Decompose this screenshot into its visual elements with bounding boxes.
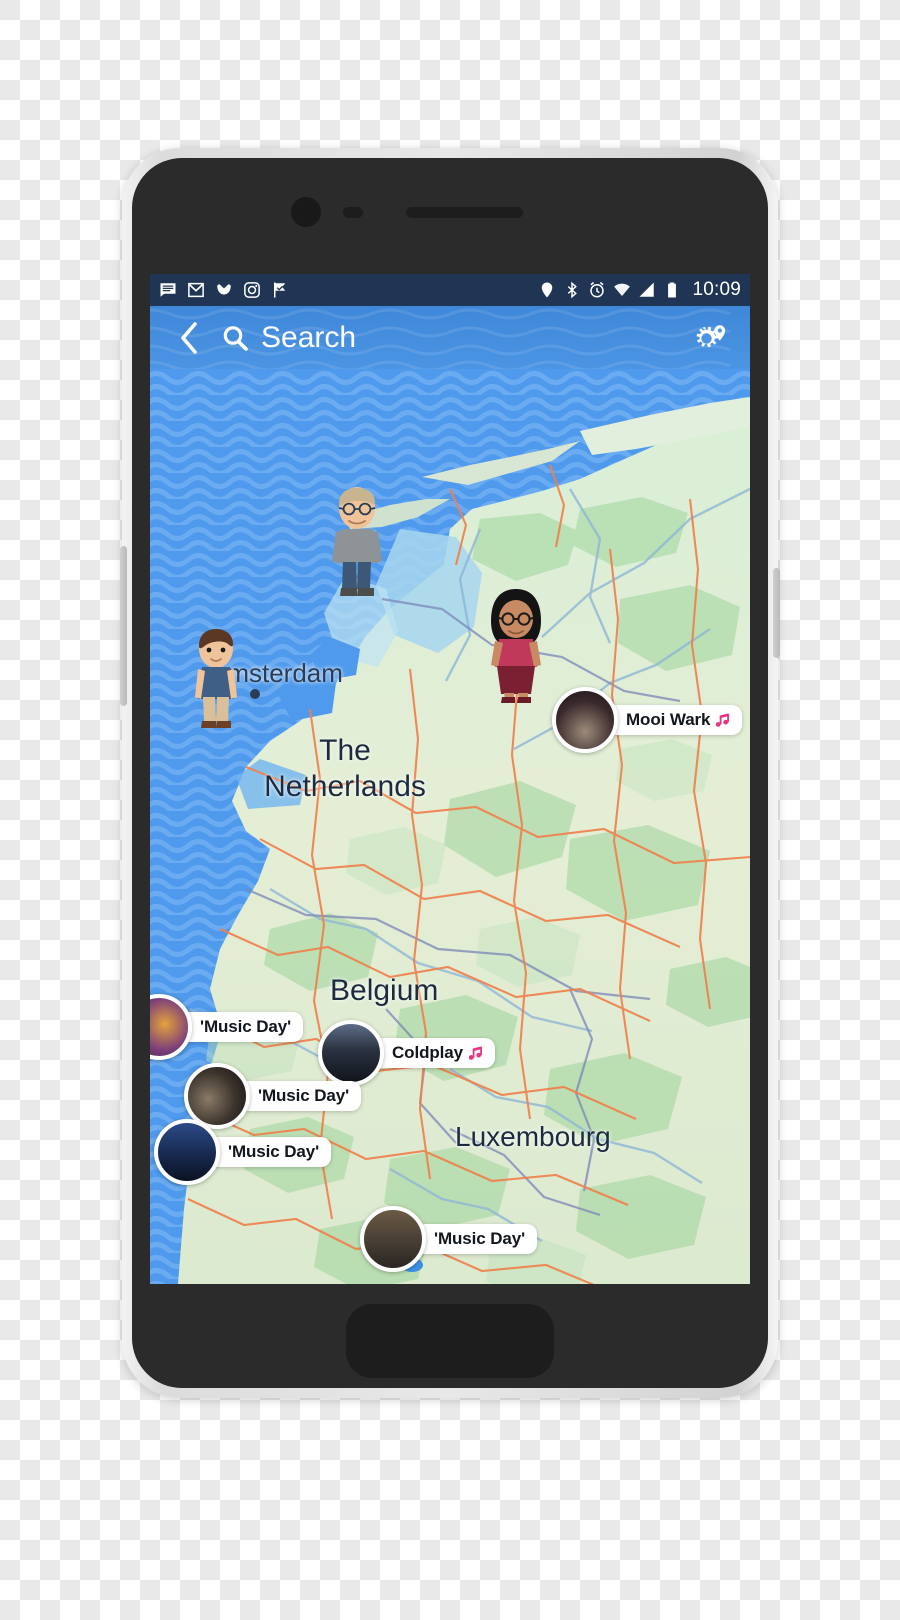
badoo-icon	[217, 284, 231, 295]
battery-icon	[668, 282, 677, 298]
message-icon	[160, 283, 176, 297]
home-button[interactable]	[346, 1304, 554, 1378]
checkflag-icon	[274, 282, 286, 298]
map-label-belgium: Belgium	[330, 974, 439, 1007]
wifi-icon	[614, 283, 631, 296]
gmail-icon	[188, 282, 204, 298]
status-bar: 10:09	[150, 274, 750, 306]
status-bar-system-icons: 10:09	[538, 279, 741, 301]
pin-label: 'Music Day'	[258, 1086, 350, 1105]
bluetooth-icon	[568, 281, 578, 299]
pin-thumbnail	[552, 687, 618, 753]
phone-device: 10:09 Search Amsterdam The Netherlands B…	[120, 148, 780, 1398]
avatar-friend-amsterdam[interactable]	[190, 627, 242, 731]
pin-mooi-wark[interactable]: Mooi Wark	[552, 687, 743, 753]
pin-tag: Coldplay	[372, 1038, 495, 1068]
map-label-netherlands: The Netherlands	[255, 733, 435, 805]
pin-tag: 'Music Day'	[180, 1012, 304, 1042]
back-button[interactable]	[178, 321, 200, 355]
pin-label: 'Music Day'	[434, 1229, 526, 1248]
avatar-friend-east[interactable]	[485, 587, 547, 705]
search-icon	[223, 325, 248, 351]
status-bar-clock: 10:09	[692, 279, 741, 300]
music-note-icon	[716, 713, 730, 727]
phone-screen: 10:09 Search Amsterdam The Netherlands B…	[150, 274, 750, 1284]
status-bar-notification-icons	[159, 281, 289, 299]
pin-label: 'Music Day'	[200, 1017, 292, 1036]
pin-thumbnail	[154, 1119, 220, 1185]
pin-music-day-3[interactable]: 'Music Day'	[154, 1119, 332, 1185]
amsterdam-city-dot	[250, 689, 260, 699]
alarm-icon	[590, 281, 605, 298]
pin-thumbnail	[360, 1206, 426, 1272]
map-label-luxembourg: Luxembourg	[455, 1121, 611, 1152]
instagram-icon	[244, 282, 260, 298]
app-bar: Search	[150, 306, 750, 369]
pin-music-day-4[interactable]: 'Music Day'	[360, 1206, 538, 1272]
location-icon	[542, 282, 553, 298]
pin-tag: 'Music Day'	[414, 1224, 538, 1254]
map-canvas[interactable]: Amsterdam The Netherlands Belgium Luxemb…	[150, 369, 750, 1284]
pin-music-day-1[interactable]: 'Music Day'	[150, 994, 304, 1060]
map-label-netherlands-line1: The	[319, 734, 371, 767]
map-settings-gear-icon[interactable]	[686, 319, 728, 357]
pin-label: Mooi Wark	[626, 710, 711, 729]
pin-tag: 'Music Day'	[208, 1137, 332, 1167]
search-input[interactable]: Search	[261, 321, 356, 355]
avatar-friend-north[interactable]	[327, 484, 387, 600]
map-label-netherlands-line2: Netherlands	[264, 770, 426, 803]
volume-button[interactable]	[120, 546, 127, 706]
phone-body: 10:09 Search Amsterdam The Netherlands B…	[132, 158, 768, 1388]
front-camera-icon	[291, 197, 321, 227]
pin-label: Coldplay	[392, 1043, 463, 1062]
earpiece-speaker	[406, 207, 523, 218]
power-button[interactable]	[773, 568, 780, 658]
proximity-sensor-icon	[343, 207, 363, 218]
signal-icon	[639, 282, 655, 297]
music-note-icon	[468, 1046, 482, 1060]
pin-tag: 'Music Day'	[238, 1081, 362, 1111]
pin-label: 'Music Day'	[228, 1142, 320, 1161]
pin-tag: Mooi Wark	[606, 705, 743, 735]
pin-thumbnail	[150, 994, 192, 1060]
